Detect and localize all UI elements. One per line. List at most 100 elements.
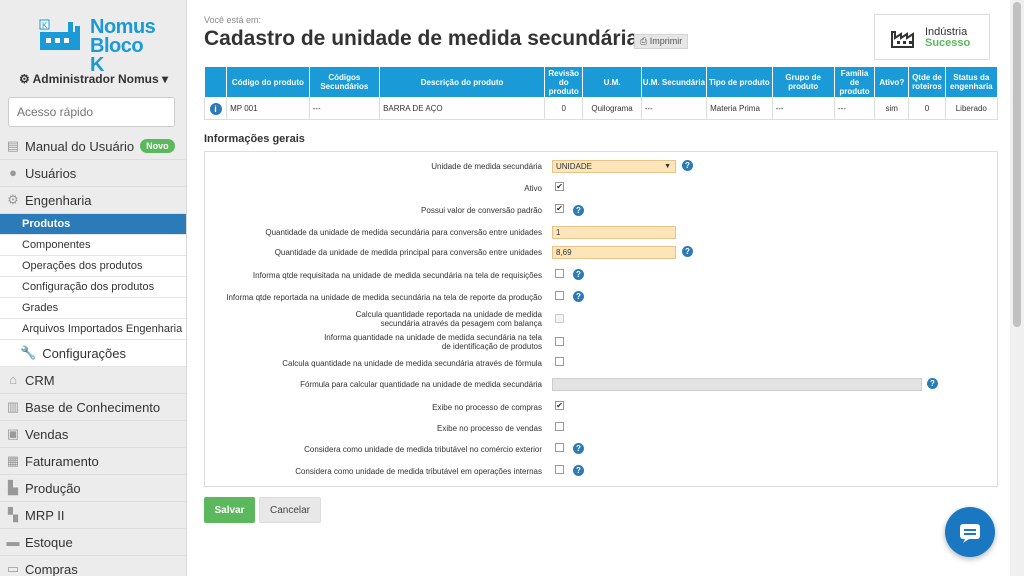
help-icon[interactable]: ?	[573, 291, 584, 302]
qtd-principal-input[interactable]: 8,69	[552, 246, 676, 259]
field-label: Possui valor de conversão padrão	[421, 206, 542, 215]
help-icon[interactable]: ?	[573, 269, 584, 280]
column-header	[203, 66, 228, 98]
submenu-produtos[interactable]: Produtos	[0, 214, 186, 235]
unidade-select[interactable]: UNIDADE	[552, 160, 676, 173]
sidebar-item-estoque[interactable]: ▬ Estoque	[0, 529, 186, 556]
book-icon: ▥	[6, 399, 20, 414]
sidebar-menu: ▤ Manual do Usuário Novo ● Usuários ⚙ Engenh…	[0, 133, 186, 576]
section-title: Informações gerais	[204, 133, 305, 145]
sidebar-item-manual[interactable]: ▤ Manual do Usuário Novo	[0, 133, 186, 160]
field-label: Exibe no processo de compras	[432, 403, 542, 412]
factory-icon: ▙	[8, 480, 18, 495]
column-header[interactable]: Status da engenharia	[944, 66, 999, 98]
column-header[interactable]: Revisão do produto	[544, 66, 584, 98]
chat-button[interactable]	[945, 507, 995, 557]
column-header[interactable]: U.M. Secundária	[640, 66, 708, 98]
help-icon[interactable]: ?	[573, 465, 584, 476]
cancel-button[interactable]: Cancelar	[259, 497, 321, 523]
submenu-componentes[interactable]: Componentes	[0, 235, 186, 256]
column-header[interactable]: Códigos Secundários	[308, 66, 381, 98]
ident-checkbox[interactable]	[555, 337, 564, 346]
page-scrollbar[interactable]	[1010, 0, 1024, 576]
table-cell: Liberado	[944, 97, 999, 120]
sidebar-item-compras[interactable]: ▭ Compras	[0, 556, 186, 576]
factory-logo-icon: K	[39, 19, 80, 50]
column-header[interactable]: Qtde de roteiros	[908, 66, 946, 98]
help-icon[interactable]: ?	[573, 443, 584, 454]
table-cell: BARRA DE AÇO	[379, 97, 546, 120]
compras-checkbox[interactable]: ✔	[555, 401, 564, 410]
factory-brand-icon	[891, 31, 914, 48]
formula-calc-checkbox[interactable]	[555, 357, 564, 366]
sidebar-item-producao[interactable]: ▙ Produção	[0, 475, 186, 502]
user-icon: ●	[9, 165, 17, 180]
column-header[interactable]: Ativo?	[874, 66, 910, 98]
submenu-configuracoes[interactable]: 🔧 Configurações	[0, 340, 186, 367]
help-icon[interactable]: ?	[573, 205, 584, 216]
new-badge: Novo	[140, 139, 175, 153]
save-button[interactable]: Salvar	[204, 497, 255, 523]
table-cell: 0	[908, 97, 946, 120]
field-label: Calcula quantidade reportada na unidade …	[355, 310, 542, 328]
submenu-arquivos-importados[interactable]: Arquivos Importados Engenharia	[0, 319, 186, 340]
sidebar-item-crm[interactable]: ⌂ CRM	[0, 367, 186, 394]
user-menu[interactable]: ⚙ Administrador Nomus ▾	[0, 72, 186, 86]
rep-checkbox[interactable]	[555, 291, 564, 300]
page-title: Cadastro de unidade de medida secundária	[204, 27, 639, 50]
main-content: Você está em: Cadastro de unidade de med…	[188, 0, 1008, 576]
folder-icon: ▬	[6, 534, 20, 549]
req-checkbox[interactable]	[555, 269, 564, 278]
help-icon[interactable]: ?	[682, 246, 693, 257]
invoice-icon: ▦	[6, 453, 20, 468]
nomus-logo[interactable]: K Nomus Bloco K	[38, 17, 158, 75]
submenu-configuracao-produtos[interactable]: Configuração dos produtos	[0, 277, 186, 298]
field-label: Informa qtde reportada na unidade de med…	[226, 293, 542, 302]
qtd-secundaria-input[interactable]: 1	[552, 226, 676, 239]
field-label: Considera como unidade de medida tributá…	[304, 445, 542, 454]
column-header[interactable]: Família de produto	[833, 66, 876, 98]
column-header[interactable]: U.M.	[582, 66, 642, 98]
info-icon[interactable]: i	[209, 102, 222, 115]
field-label: Considera como unidade de medida tributá…	[295, 467, 542, 476]
table-cell: ---	[771, 97, 835, 120]
comex-checkbox[interactable]	[555, 443, 564, 452]
table-cell: MP 001	[226, 97, 310, 120]
field-label: Quantidade da unidade de medida secundár…	[265, 228, 542, 237]
print-label: Imprimir	[649, 36, 683, 46]
sidebar-item-label: Estoque	[25, 534, 73, 550]
ativo-checkbox[interactable]: ✔	[555, 182, 564, 191]
sidebar-item-usuarios[interactable]: ● Usuários	[0, 160, 186, 187]
quick-access-input[interactable]	[8, 97, 175, 127]
sidebar-item-base[interactable]: ▥ Base de Conhecimento	[0, 394, 186, 421]
sidebar-item-label: Faturamento	[25, 453, 99, 469]
sidebar-item-faturamento[interactable]: ▦ Faturamento	[0, 448, 186, 475]
chat-icon	[960, 524, 980, 543]
sidebar-item-label: CRM	[25, 372, 55, 388]
sidebar-item-mrp[interactable]: ▚ MRP II	[0, 502, 186, 529]
column-header[interactable]: Grupo de produto	[771, 66, 835, 98]
column-header[interactable]: Descrição do produto	[379, 66, 546, 98]
conversao-padrao-checkbox[interactable]: ✔	[555, 204, 564, 213]
table-cell: sim	[874, 97, 910, 120]
company-logo: Indústria Sucesso	[874, 14, 990, 60]
help-icon[interactable]: ?	[682, 160, 693, 171]
submenu-grades[interactable]: Grades	[0, 298, 186, 319]
sidebar-item-label: Vendas	[25, 426, 69, 442]
help-icon[interactable]: ?	[927, 378, 938, 389]
print-button[interactable]: ⎙ Imprimir	[634, 34, 689, 49]
table-cell: 0	[544, 97, 584, 120]
column-header[interactable]: Código do produto	[226, 66, 310, 98]
column-header[interactable]: Tipo de produto	[706, 66, 773, 98]
internas-checkbox[interactable]	[555, 465, 564, 474]
sidebar-item-vendas[interactable]: ▣ Vendas	[0, 421, 186, 448]
field-label: Calcula quantidade na unidade de medida …	[282, 359, 542, 368]
scrollbar-thumb[interactable]	[1013, 2, 1021, 327]
vendas-checkbox[interactable]	[555, 422, 564, 431]
submenu-operacoes[interactable]: Operações dos produtos	[0, 256, 186, 277]
svg-text:K: K	[42, 21, 48, 30]
field-label: Informa quantidade na unidade de medida …	[324, 333, 542, 351]
sidebar-item-engenharia[interactable]: ⚙ Engenharia	[0, 187, 186, 214]
sidebar-item-label: Usuários	[25, 165, 77, 181]
info-cell[interactable]: i	[203, 97, 228, 120]
